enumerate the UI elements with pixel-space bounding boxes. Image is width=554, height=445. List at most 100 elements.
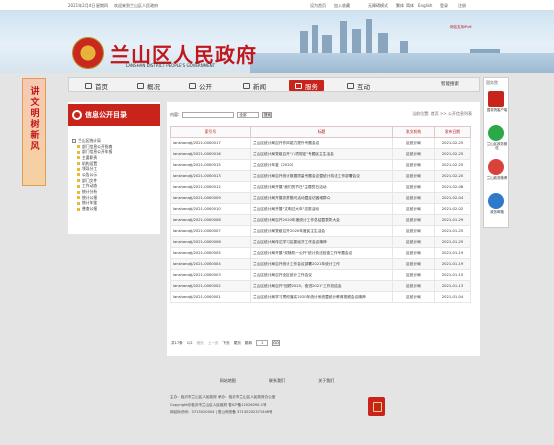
folder-icon	[77, 156, 80, 160]
login-link[interactable]: 登录	[440, 3, 448, 9]
title-link[interactable]: 兰山区统计年鉴（2020）	[250, 159, 393, 171]
search-label: 内容:	[170, 112, 180, 117]
gov-mail-icon[interactable]	[488, 193, 504, 209]
date-cell: 2021-02-25	[434, 148, 471, 160]
search-input[interactable]	[182, 112, 235, 118]
goto-label: 跳转	[244, 340, 253, 345]
next-page-link[interactable]: 下页	[223, 341, 230, 346]
title-link[interactable]: 兰山区统计局开展扶贫慰问活动暨走访困难群众	[250, 192, 393, 204]
footer-links: 网站地图 联系我们 关于我们	[0, 378, 554, 384]
simplified-chinese-link[interactable]: 简体	[406, 3, 414, 9]
nav-home[interactable]: 首页	[85, 80, 108, 91]
nav-interact[interactable]: 互动	[347, 80, 370, 91]
state-council-app-icon[interactable]	[488, 91, 504, 107]
nav-public[interactable]: 公开	[189, 80, 212, 91]
nav-home-label: 首页	[95, 82, 108, 91]
search-button[interactable]: 搜索	[262, 112, 273, 118]
org-cell: 区统计局	[392, 192, 435, 204]
weibo-label[interactable]: 兰山政务微博	[486, 176, 508, 180]
title-link[interactable]: 兰山区统计局开展"双随机一公开"统计执法检查工作专题会议	[250, 247, 393, 259]
document-table: 索引号 标题 发文机构 发布日期 lanshanqtj/2021-0000017…	[170, 126, 471, 303]
title-link[interactable]: 兰山区统计局党组召开2020年度民主生活会	[250, 225, 393, 237]
date-cell: 2021-01-29	[434, 214, 471, 226]
index-cell: lanshanqtj/2021-0000009	[170, 192, 251, 204]
first-page-link[interactable]: 首页	[197, 341, 204, 346]
sidebar-title: 信息公开目录	[85, 111, 127, 119]
index-cell: lanshanqtj/2021-0000017	[170, 137, 251, 149]
wechat-label[interactable]: 兰山区政务微信	[486, 142, 508, 150]
title-link[interactable]: 兰山区统计局开展"文明过大年"志愿活动	[250, 203, 393, 215]
title-link[interactable]: 兰山区统计局召开统计数据质量专题会议暨统计执法工作部署会议	[250, 170, 393, 182]
col-index-header: 索引号	[170, 126, 251, 138]
last-page-link[interactable]: 尾页	[234, 341, 241, 346]
org-cell: 区统计局	[392, 214, 435, 226]
org-cell: 区统计局	[392, 148, 435, 160]
title-link[interactable]: 兰山区统计局开展"我们的节日"主题党日活动	[250, 181, 393, 193]
title-link[interactable]: 兰山区统计局党组召开"八项规定"专题民主生活会	[250, 148, 393, 160]
nav-interact-label: 互动	[357, 82, 370, 91]
folder-icon	[77, 179, 80, 183]
title-link[interactable]: 兰山区统计局召开统计工作会议部署2021年统计工作	[250, 258, 393, 270]
folder-icon	[77, 167, 80, 171]
nav-public-label: 公开	[199, 82, 212, 91]
wechat-icon[interactable]	[488, 125, 504, 141]
folder-icon	[77, 145, 80, 149]
document-icon	[189, 82, 196, 89]
date-text: 2021年2月4日	[68, 3, 96, 8]
folder-icon	[77, 196, 80, 200]
set-homepage-link[interactable]: 设为首页	[310, 3, 326, 9]
title-link[interactable]: 兰山区统计局召开"回顾2020，奋进2021"工作总结会	[250, 280, 393, 292]
gov-mail-label[interactable]: 政务邮箱	[486, 210, 508, 214]
english-link[interactable]: English	[418, 3, 432, 8]
top-bar: 2021年2月4日 星期四 欢迎来到兰山区人民政府 设为首页 加入收藏 无障碍模…	[0, 0, 554, 11]
title-link[interactable]: 兰山区统计局召开作风能力提升专题会议	[250, 137, 393, 149]
title-link[interactable]: 兰山区统计局学习贯彻落实2020年统计系统暨统计教育视频会议精神	[250, 291, 393, 303]
table-row: lanshanqtj/2021-0000013 兰山区统计局召开统计数据质量专题会…	[170, 170, 471, 182]
smart-search-link[interactable]: 智能搜索	[441, 81, 459, 87]
nav-service[interactable]: 服务	[289, 80, 324, 91]
index-cell: lanshanqtj/2021-0000005	[170, 247, 251, 259]
gov-site-badge-icon[interactable]	[368, 397, 385, 416]
date-cell: 2021-01-19	[434, 247, 471, 259]
date-cell: 2021-01-19	[434, 258, 471, 270]
org-cell: 区统计局	[392, 236, 435, 248]
org-cell: 区统计局	[392, 269, 435, 281]
register-link[interactable]: 注册	[458, 3, 466, 9]
title-link[interactable]: 兰山区统计局召开2020年度统计工作总结暨表彰大会	[250, 214, 393, 226]
traditional-chinese-link[interactable]: 繁体	[396, 3, 404, 9]
sitemap-link[interactable]: 网站地图	[220, 378, 236, 383]
title-link[interactable]: 兰山区统计局召开全区统计工作会议	[250, 269, 393, 281]
add-favorite-link[interactable]: 加入收藏	[334, 3, 350, 9]
org-cell: 区统计局	[392, 137, 435, 149]
ipv6-link[interactable]: 网站支持IPv6	[450, 25, 471, 30]
weibo-icon[interactable]	[488, 159, 504, 175]
org-cell: 区统计局	[392, 225, 435, 237]
page-indicator: 1/2	[186, 341, 193, 345]
nav-news[interactable]: 新闻	[243, 80, 266, 91]
nav-overview[interactable]: 概况	[137, 80, 160, 91]
state-council-app-label[interactable]: 国务院客户端	[486, 108, 508, 112]
contact-link[interactable]: 联系我们	[269, 378, 285, 383]
catalog-icon	[72, 110, 82, 120]
go-button[interactable]: GO	[272, 340, 281, 346]
org-cell: 区统计局	[392, 280, 435, 292]
org-cell: 区统计局	[392, 291, 435, 303]
col-org-header: 发文机构	[392, 126, 435, 138]
folder-icon	[77, 150, 80, 154]
pagination: 共17条 1/2 首页 上一页 下页 尾页 跳转 1 GO	[171, 340, 281, 346]
page-number-input[interactable]: 1	[256, 340, 269, 346]
index-cell: lanshanqtj/2021-0000001	[170, 291, 251, 303]
table-row: lanshanqtj/2021-0000002 兰山区统计局召开"回顾2020，奋…	[170, 280, 471, 292]
accessibility-link[interactable]: 无障碍模式	[368, 3, 388, 9]
expand-icon	[72, 138, 76, 143]
scope-select[interactable]: 全部	[237, 112, 260, 118]
date-cell: 2021-01-25	[434, 225, 471, 237]
about-link[interactable]: 关于我们	[318, 378, 334, 383]
catalog-tree: 兰山区统计局 部门信息公开指南 部门信息公开年报 主要职责 机构设置 领导分工 公告公示 部门…	[72, 138, 158, 212]
org-cell: 区统计局	[392, 159, 435, 171]
service-icon	[295, 82, 302, 89]
tree-item[interactable]: 普查公报	[72, 206, 158, 212]
prev-page-link[interactable]: 上一页	[208, 341, 219, 346]
civilization-float-banner[interactable]: 讲文明树新风	[22, 78, 46, 186]
title-link[interactable]: 兰山区统计局传达学习区委经济工作会议精神	[250, 236, 393, 248]
